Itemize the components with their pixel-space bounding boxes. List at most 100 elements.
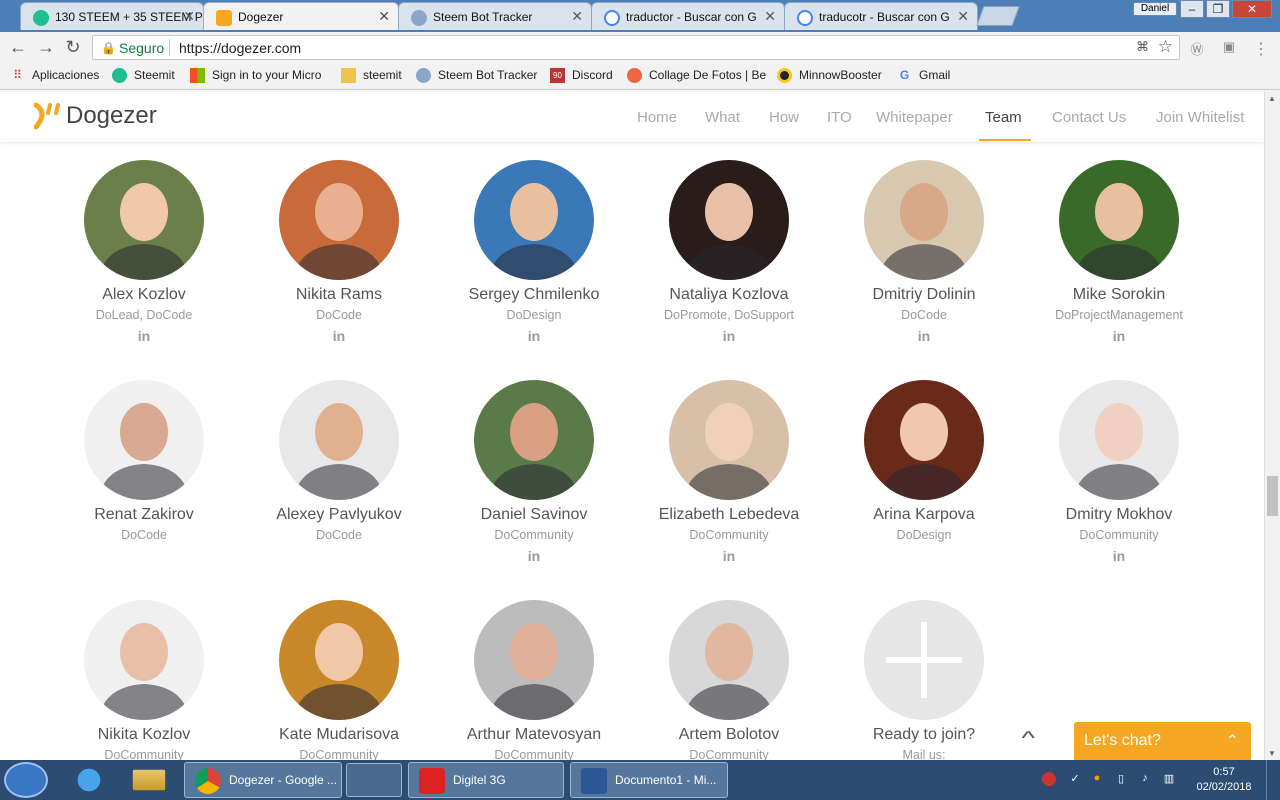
translate-icon[interactable]: ⌘ (1136, 39, 1149, 55)
volume-icon[interactable]: ♪ (1138, 772, 1152, 786)
nav-join-whitelist[interactable]: Join Whitelist (1156, 109, 1244, 126)
bookmarks-bar: ⠿ Aplicaciones Steemit Sign in to your M… (0, 62, 1280, 90)
url-separator (169, 39, 170, 56)
logo-text[interactable]: Dogezer (66, 102, 157, 130)
security-tray-icon[interactable]: ✓ (1068, 772, 1082, 786)
network-icon[interactable]: ▥ (1162, 772, 1176, 786)
linkedin-icon[interactable]: in (134, 328, 154, 344)
show-desktop-button[interactable] (1266, 760, 1280, 800)
nav-how[interactable]: How (769, 109, 799, 126)
close-icon[interactable]: ✕ (378, 8, 390, 25)
avast-tray-icon[interactable]: ● (1090, 772, 1104, 786)
member-name: Daniel Savinov (480, 506, 588, 523)
bookmark-apps[interactable]: ⠿ Aplicaciones (10, 68, 99, 82)
google-icon: G (899, 68, 910, 82)
member-name: Dmitry Mokhov (1065, 506, 1173, 523)
3g-tray-icon[interactable] (1042, 772, 1056, 786)
dogezer-logo-icon[interactable] (34, 101, 64, 131)
wordpress-icon[interactable]: Ⓦ (1188, 39, 1206, 57)
tab-steem[interactable]: 130 STEEM + 35 STEEM P ✕ (20, 2, 204, 30)
linkedin-icon[interactable]: in (524, 328, 544, 344)
linkedin-icon[interactable]: in (524, 548, 544, 564)
address-bar[interactable]: 🔒 Seguro https://dogezer.com ⌘ ☆ (92, 35, 1180, 60)
member-name: Sergey Chmilenko (468, 286, 600, 303)
bookmark-gmail[interactable]: G Gmail (897, 68, 951, 82)
nav-home[interactable]: Home (637, 109, 677, 126)
close-icon[interactable]: ✕ (764, 8, 776, 25)
linkedin-icon[interactable]: in (719, 548, 739, 564)
bookmark-collage[interactable]: Collage De Fotos | Be (627, 68, 766, 83)
avatar (669, 160, 789, 280)
forward-icon[interactable]: → (36, 37, 56, 58)
member-role: DoDesign (506, 308, 562, 322)
window-close-button[interactable]: ✕ (1232, 0, 1272, 18)
media-player-icon[interactable] (346, 763, 402, 797)
scroll-up-arrow-icon[interactable]: ▲ (1268, 94, 1276, 103)
linkedin-icon[interactable]: in (914, 328, 934, 344)
close-icon[interactable]: ✕ (957, 8, 969, 25)
back-icon[interactable]: ← (8, 37, 28, 58)
url-text[interactable]: https://dogezer.com (179, 40, 301, 56)
linkedin-icon[interactable]: in (1109, 328, 1129, 344)
maximize-button[interactable]: ❐ (1206, 0, 1230, 18)
task-digitel[interactable]: Digitel 3G (408, 762, 564, 798)
member-name: Artem Bolotov (678, 726, 780, 743)
minimize-button[interactable]: – (1180, 0, 1204, 18)
menu-icon[interactable]: ⋮ (1252, 39, 1270, 58)
site-header: Dogezer Home What How ITO Whitepaper Tea… (0, 92, 1264, 142)
extension-icon[interactable]: ▣ (1220, 39, 1238, 57)
bookmark-steemit-folder[interactable]: steemit (341, 68, 402, 83)
task-word[interactable]: Documento1 - Mi... (570, 762, 728, 798)
google-icon (797, 10, 813, 26)
close-icon[interactable]: ✕ (183, 8, 195, 25)
vertical-scrollbar[interactable]: ▲ ▼ (1264, 92, 1280, 760)
chrome-icon (195, 768, 221, 794)
bookmark-steemit[interactable]: Steemit (112, 68, 175, 83)
linkedin-icon[interactable]: in (719, 328, 739, 344)
nav-whitepaper[interactable]: Whitepaper (876, 109, 953, 126)
member-role[interactable]: Mail us: (829, 748, 1019, 760)
scroll-to-top-icon[interactable]: ^ (1021, 728, 1035, 749)
linkedin-icon[interactable]: in (329, 328, 349, 344)
bookmark-label: MinnowBooster (799, 68, 882, 82)
profile-button[interactable]: Daniel (1133, 2, 1177, 16)
nav-ito[interactable]: ITO (827, 109, 852, 126)
bookmark-microsoft[interactable]: Sign in to your Micro (190, 68, 322, 83)
tab-traducotr[interactable]: traducotr - Buscar con G ✕ (784, 2, 978, 30)
reload-icon[interactable]: ↻ (63, 37, 83, 58)
bookmark-steem-bot-tracker[interactable]: Steem Bot Tracker (416, 68, 537, 83)
bookmark-minnowbooster[interactable]: MinnowBooster (777, 68, 882, 83)
nav-contact-us[interactable]: Contact Us (1052, 109, 1126, 126)
plus-icon[interactable] (864, 600, 984, 720)
usb-tray-icon[interactable]: ▯ (1114, 772, 1128, 786)
bookmark-label: Sign in to your Micro (212, 68, 322, 82)
member-name: Nikita Rams (295, 286, 383, 303)
member-name: Arthur Matevosyan (466, 726, 602, 743)
bookmark-star-icon[interactable]: ☆ (1158, 37, 1173, 57)
member-role: DoCommunity (1079, 528, 1159, 542)
system-clock[interactable]: 0:57 02/02/2018 (1193, 765, 1255, 795)
tab-steem-bot-tracker[interactable]: Steem Bot Tracker ✕ (398, 2, 592, 30)
task-chrome[interactable]: Dogezer - Google ... (184, 762, 342, 798)
member-name: Renat Zakirov (94, 506, 194, 523)
bookmark-discord[interactable]: 90 Discord (550, 68, 613, 83)
start-button[interactable] (4, 762, 48, 798)
avatar (474, 600, 594, 720)
internet-explorer-icon[interactable] (62, 763, 116, 797)
avatar (864, 160, 984, 280)
linkedin-icon[interactable]: in (1109, 548, 1129, 564)
new-tab-button[interactable] (976, 6, 1020, 26)
member-role: DoCommunity (494, 528, 574, 542)
nav-what[interactable]: What (705, 109, 740, 126)
member-name: Dmitriy Dolinin (872, 286, 976, 303)
lock-icon: 🔒 (101, 41, 116, 55)
tab-traductor[interactable]: traductor - Buscar con G ✕ (591, 2, 785, 30)
nav-team[interactable]: Team (985, 109, 1022, 126)
chat-widget[interactable]: Let's chat? ⌃ (1074, 722, 1251, 760)
close-icon[interactable]: ✕ (571, 8, 583, 25)
scrollbar-thumb[interactable] (1267, 476, 1278, 516)
tab-dogezer[interactable]: Dogezer ✕ (203, 2, 399, 30)
scroll-down-arrow-icon[interactable]: ▼ (1268, 749, 1276, 758)
file-explorer-icon[interactable] (132, 769, 166, 791)
clock-time: 0:57 (1213, 766, 1235, 778)
